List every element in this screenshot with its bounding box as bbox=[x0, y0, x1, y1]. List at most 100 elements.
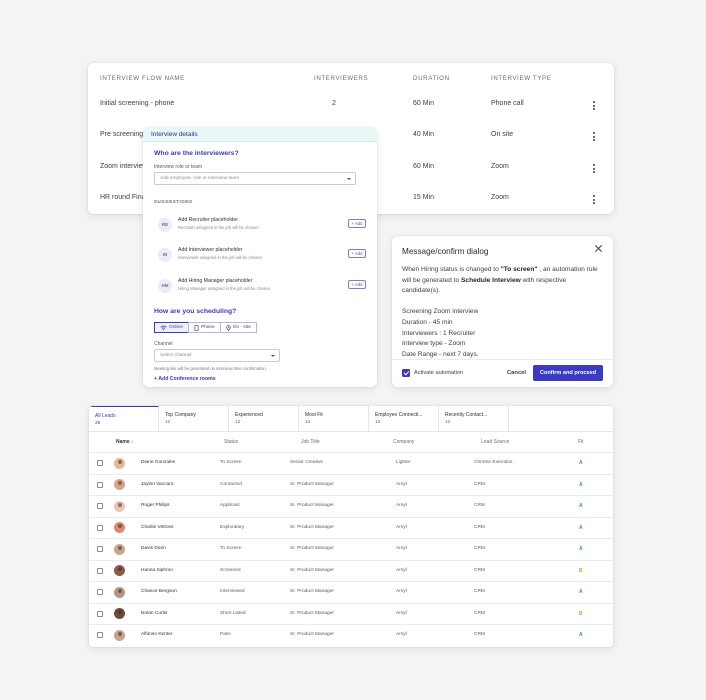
avatar bbox=[114, 522, 125, 533]
avatar bbox=[114, 479, 125, 490]
row-checkbox[interactable] bbox=[97, 567, 103, 574]
lead-company: Amyl bbox=[396, 546, 407, 551]
tab-label: Experienced bbox=[235, 412, 263, 418]
avatar: HM bbox=[158, 279, 172, 293]
detail-line: Screening Zoom interview bbox=[402, 308, 479, 316]
row-checkbox[interactable] bbox=[97, 546, 103, 552]
tab-label: Employee Connecti... bbox=[375, 412, 423, 418]
avatar bbox=[114, 608, 125, 619]
cancel-button[interactable]: Cancel bbox=[507, 370, 526, 376]
flow-type: Zoom bbox=[491, 163, 509, 170]
tab-all-leads[interactable]: All Leads 25 bbox=[89, 406, 159, 432]
interview-details-panel: Interview details Who are the interviewe… bbox=[143, 128, 377, 387]
tab-experienced[interactable]: Experienced 12 bbox=[229, 406, 299, 432]
mode-onsite-label: On - site bbox=[232, 325, 251, 330]
lead-status: Contacted bbox=[220, 481, 242, 487]
more-options-icon[interactable] bbox=[592, 101, 596, 113]
lead-name[interactable]: Davis Dorin bbox=[141, 546, 166, 551]
role-placeholder: Add employee, role or interview team bbox=[160, 176, 240, 181]
table-row[interactable]: Diane Gonzales To Screen Senior Creative Li… bbox=[89, 452, 613, 474]
mode-online-label: Online bbox=[169, 325, 183, 330]
dialog-footer: Activate automation Cancel Confirm and p… bbox=[392, 359, 613, 387]
tab-recently-contacted[interactable]: Recently Contact... 12 bbox=[439, 406, 509, 432]
fit-badge: A bbox=[579, 546, 583, 552]
row-checkbox[interactable] bbox=[97, 503, 103, 509]
lead-job-title: Senior Creative bbox=[290, 460, 324, 465]
add-hiring-manager-button[interactable]: + Add bbox=[348, 280, 366, 289]
row-checkbox[interactable] bbox=[97, 460, 103, 466]
suggestion-title: Add Hiring Manager placeholder bbox=[178, 278, 253, 284]
flow-duration: 60 Min bbox=[413, 163, 435, 170]
lead-company: Amyl bbox=[396, 524, 407, 530]
avatar bbox=[114, 586, 125, 598]
activate-automation-checkbox[interactable] bbox=[402, 369, 410, 377]
lead-source: CRM bbox=[474, 546, 485, 551]
dialog-body: When Hiring status is changed to "To scr… bbox=[402, 265, 602, 360]
leads-tabs: All Leads 25 Top Company 12 Experienced … bbox=[89, 406, 613, 432]
suggestion-description: Recruiter assigned in the job will be ch… bbox=[178, 225, 259, 230]
table-row[interactable]: Nolan Curtis Short Listed Sr. Product Mana… bbox=[89, 602, 613, 625]
lead-name[interactable]: Alfonso Kenter bbox=[141, 632, 172, 637]
fit-badge: A bbox=[579, 460, 583, 466]
add-interviewer-button[interactable]: + Add bbox=[348, 249, 366, 258]
confirm-dialog: Message/confirm dialog When Hiring statu… bbox=[392, 236, 613, 387]
table-row[interactable]: Chance Bergson Interviewed Sr. Product Man… bbox=[89, 581, 613, 603]
lead-name[interactable]: Hanna Siphron bbox=[141, 568, 173, 573]
header-job-title: Job Title bbox=[301, 439, 320, 445]
more-options-icon[interactable] bbox=[592, 195, 596, 207]
row-checkbox[interactable] bbox=[97, 610, 103, 617]
role-select[interactable]: Add employee, role or interview team bbox=[154, 172, 356, 185]
row-checkbox[interactable] bbox=[97, 632, 103, 638]
flow-type: On site bbox=[491, 131, 514, 138]
flow-name: Initial screening - phone bbox=[100, 100, 175, 107]
fit-badge: A bbox=[579, 503, 583, 509]
location-pin-icon bbox=[226, 324, 231, 331]
lead-name[interactable]: Roger Philips bbox=[141, 503, 170, 508]
suggestion-title: Add Recruiter placeholder bbox=[178, 217, 238, 223]
table-row[interactable]: Charlie Vetrovs Exploratory Sr. Product Ma… bbox=[89, 516, 613, 539]
mode-phone-button[interactable]: Phone bbox=[187, 322, 221, 333]
tab-top-company[interactable]: Top Company 12 bbox=[159, 406, 229, 432]
header-lead-source: Lead Source bbox=[481, 439, 510, 445]
row-checkbox[interactable] bbox=[97, 589, 103, 595]
lead-status: Exploratory bbox=[220, 524, 245, 530]
lead-name[interactable]: Diane Gonzales bbox=[141, 460, 175, 465]
channel-select[interactable]: Select channel bbox=[154, 349, 280, 362]
lead-name[interactable]: Jaylon Vaccaro bbox=[141, 482, 173, 487]
mode-onsite-button[interactable]: On - site bbox=[219, 322, 257, 333]
header-name-sort[interactable]: Name ↓ bbox=[116, 439, 134, 445]
more-options-icon[interactable] bbox=[592, 164, 596, 176]
add-recruiter-button[interactable]: + Add bbox=[348, 219, 366, 228]
lead-name[interactable]: Chance Bergson bbox=[141, 589, 177, 594]
lead-source: CRM bbox=[474, 632, 485, 637]
tab-employee-connections[interactable]: Employee Connecti... 12 bbox=[369, 406, 439, 432]
confirm-button[interactable]: Confirm and proceed bbox=[533, 365, 603, 381]
lead-status: To Screen bbox=[220, 460, 242, 465]
mode-online-button[interactable]: Online bbox=[154, 322, 189, 333]
lead-status: Interviewed bbox=[220, 589, 245, 594]
lead-job-title: Sr. Product Manager bbox=[290, 503, 334, 508]
avatar bbox=[114, 457, 125, 469]
row-checkbox[interactable] bbox=[97, 481, 103, 488]
mode-phone-label: Phone bbox=[200, 325, 215, 330]
lead-source: CRM bbox=[474, 610, 485, 616]
lead-source: Chrome Extention bbox=[474, 460, 513, 465]
add-conference-rooms-link[interactable]: + Add Conference rooms bbox=[154, 376, 216, 382]
tab-count: 12 bbox=[165, 420, 171, 425]
tab-most-fit[interactable]: Most Fit 12 bbox=[299, 406, 369, 432]
lead-job-title: Sr. Product Manager bbox=[290, 481, 334, 487]
row-checkbox[interactable] bbox=[97, 524, 103, 531]
table-row[interactable]: Jaylon Vaccaro Contacted Sr. Product Manag… bbox=[89, 473, 613, 496]
table-row[interactable]: Hanna Siphron Screened Sr. Product Manager… bbox=[89, 559, 613, 582]
scheduling-mode-group: Online Phone On - site bbox=[154, 322, 257, 333]
lead-status: Pass bbox=[220, 632, 231, 637]
table-row[interactable]: Alfonso Kenter Pass Sr. Product Manager Amy… bbox=[89, 624, 613, 646]
suggestion-title: Add Interviewer placeholder bbox=[178, 247, 243, 253]
lead-name[interactable]: Nolan Curtis bbox=[141, 611, 167, 616]
close-icon[interactable] bbox=[594, 244, 603, 253]
suggestion-item: HM Add Hiring Manager placeholder Hiring… bbox=[154, 276, 368, 298]
more-options-icon[interactable] bbox=[592, 132, 596, 144]
lead-name[interactable]: Charlie Vetrovs bbox=[141, 525, 174, 530]
table-row[interactable]: Davis Dorin To Screen Sr. Product Manager A… bbox=[89, 538, 613, 560]
table-row[interactable]: Roger Philips Applicant Sr. Product Manage… bbox=[89, 495, 613, 517]
